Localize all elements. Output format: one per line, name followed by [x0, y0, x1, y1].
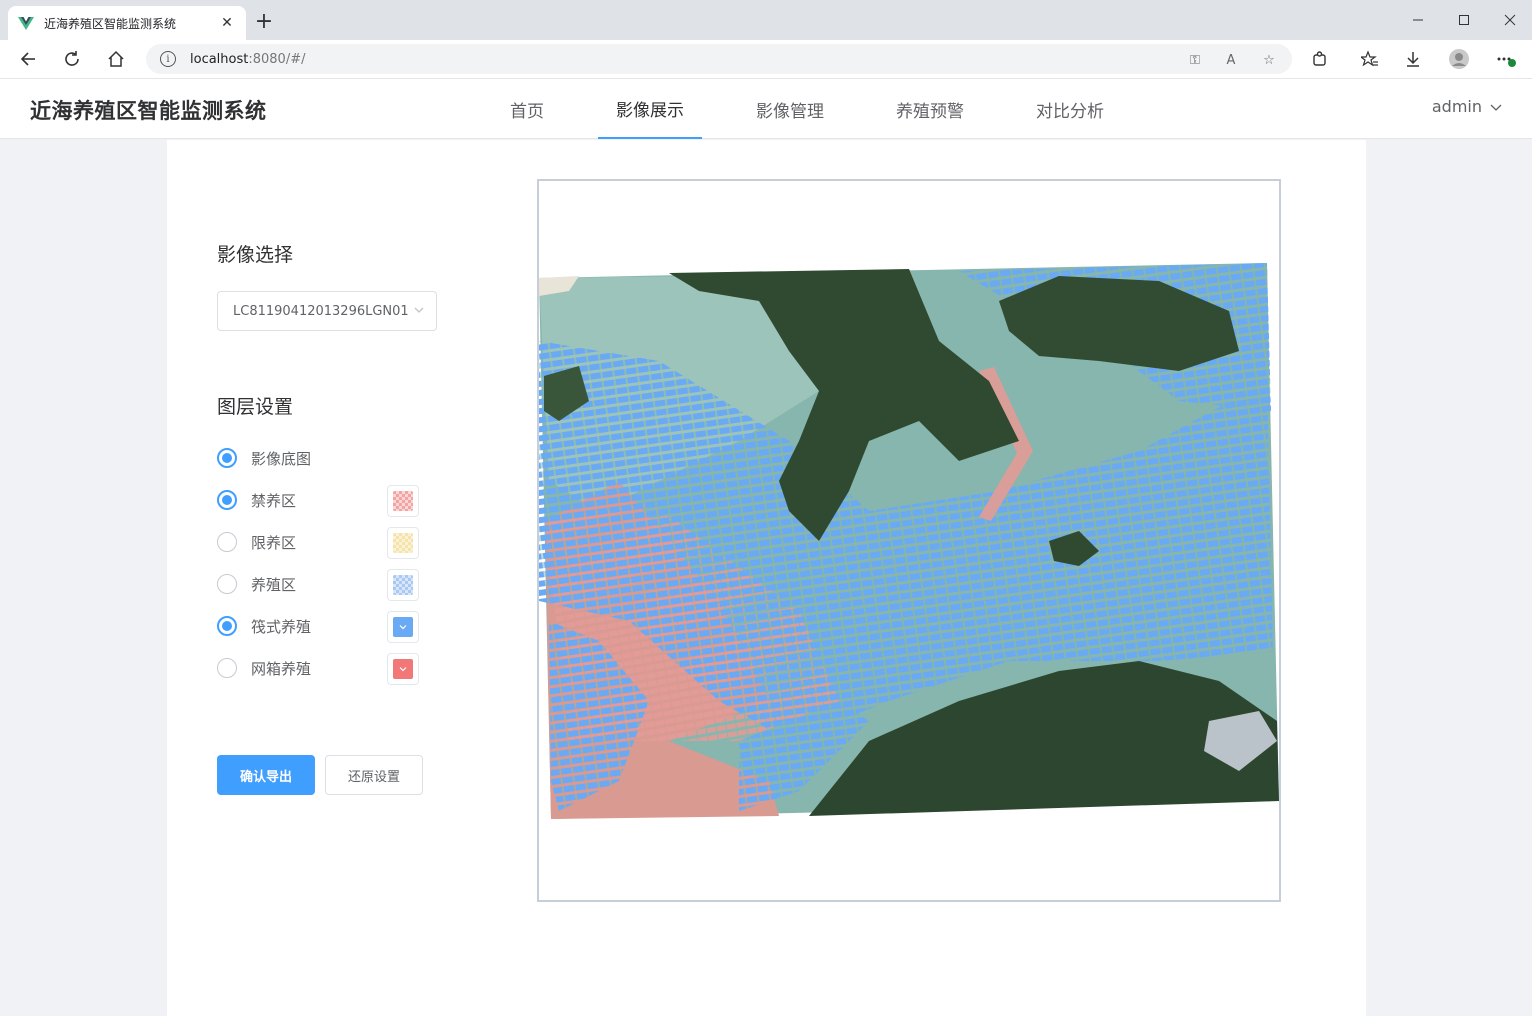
layer-radio[interactable] [217, 616, 237, 636]
layer-row[interactable]: 限养区 [217, 527, 427, 559]
layer-label: 筏式养殖 [251, 618, 312, 636]
layer-row[interactable]: 网箱养殖 [217, 653, 427, 685]
nav-image-management[interactable]: 影像管理 [756, 79, 824, 139]
username: admin [1431, 97, 1482, 116]
layer-radio[interactable] [217, 532, 237, 552]
chevron-down-icon [1490, 104, 1502, 111]
layer-color-picker[interactable] [387, 611, 419, 643]
browser-toolbar: i localhost:8080/#/ ⚿ A ☆ [0, 40, 1532, 79]
address-url: localhost:8080/#/ [190, 51, 306, 67]
content-card: 影像选择 LC81190412013296LGN01 图层设置 影像底图禁养区限… [167, 140, 1366, 1016]
key-icon[interactable]: ⚿ [1186, 51, 1204, 69]
read-aloud-icon[interactable]: A [1222, 51, 1240, 69]
layer-label: 影像底图 [251, 450, 312, 468]
layer-color-picker[interactable] [387, 653, 419, 685]
layer-label: 禁养区 [251, 492, 297, 510]
satellite-map[interactable] [539, 181, 1279, 900]
extensions-icon[interactable] [1308, 47, 1332, 71]
close-tab-icon[interactable]: ✕ [218, 14, 236, 32]
layer-radio[interactable] [217, 574, 237, 594]
chevron-down-icon [399, 667, 407, 672]
layer-radio[interactable] [217, 490, 237, 510]
profile-avatar-icon[interactable] [1447, 47, 1471, 71]
chevron-down-icon [399, 625, 407, 630]
image-select-value: LC81190412013296LGN01 [233, 303, 409, 319]
layer-row[interactable]: 筏式养殖 [217, 611, 427, 643]
layer-label: 养殖区 [251, 576, 297, 594]
layer-settings-title: 图层设置 [217, 396, 294, 418]
layer-row[interactable]: 禁养区 [217, 485, 427, 517]
browser-tab-bar: 近海养殖区智能监测系统 ✕ + [0, 0, 1532, 40]
layer-label: 网箱养殖 [251, 660, 312, 678]
image-select[interactable]: LC81190412013296LGN01 [217, 291, 437, 331]
layer-color-picker[interactable] [387, 485, 419, 517]
new-tab-icon[interactable]: + [252, 10, 276, 34]
minimize-icon[interactable] [1406, 8, 1430, 32]
back-icon[interactable] [16, 47, 40, 71]
maximize-icon[interactable] [1452, 8, 1476, 32]
favorites-icon[interactable] [1358, 47, 1382, 71]
user-menu[interactable]: admin [1432, 97, 1502, 116]
nav-home[interactable]: 首页 [510, 79, 544, 139]
map-frame[interactable] [537, 179, 1281, 902]
favorite-add-icon[interactable]: ☆ [1260, 51, 1278, 69]
nav-aquaculture-warning[interactable]: 养殖预警 [896, 79, 964, 139]
browser-tab[interactable]: 近海养殖区智能监测系统 ✕ [8, 6, 246, 40]
app-header: 近海养殖区智能监测系统 首页 影像展示 影像管理 养殖预警 对比分析 admin [0, 79, 1532, 139]
nav-comparison-analysis[interactable]: 对比分析 [1036, 79, 1104, 139]
download-icon[interactable] [1401, 47, 1425, 71]
close-window-icon[interactable] [1498, 8, 1522, 32]
confirm-export-button[interactable]: 确认导出 [217, 755, 315, 795]
site-info-icon[interactable]: i [160, 51, 176, 67]
layer-row[interactable]: 养殖区 [217, 569, 427, 601]
reset-settings-button[interactable]: 还原设置 [325, 755, 423, 795]
layer-color-picker[interactable] [387, 569, 419, 601]
app-title: 近海养殖区智能监测系统 [30, 99, 267, 123]
layer-label: 限养区 [251, 534, 297, 552]
layer-color-picker[interactable] [387, 527, 419, 559]
chevron-down-icon [414, 307, 424, 313]
home-icon[interactable] [104, 47, 128, 71]
layer-row[interactable]: 影像底图 [217, 444, 427, 472]
layer-radio[interactable] [217, 658, 237, 678]
tab-title: 近海养殖区智能监测系统 [44, 16, 177, 31]
image-select-title: 影像选择 [217, 244, 294, 266]
vue-logo-icon [18, 17, 34, 30]
reload-icon[interactable] [60, 47, 84, 71]
more-menu-icon[interactable] [1494, 47, 1518, 71]
layer-radio[interactable] [217, 448, 237, 468]
address-bar[interactable]: i localhost:8080/#/ ⚿ A ☆ [146, 44, 1292, 74]
nav-image-display[interactable]: 影像展示 [598, 79, 702, 139]
